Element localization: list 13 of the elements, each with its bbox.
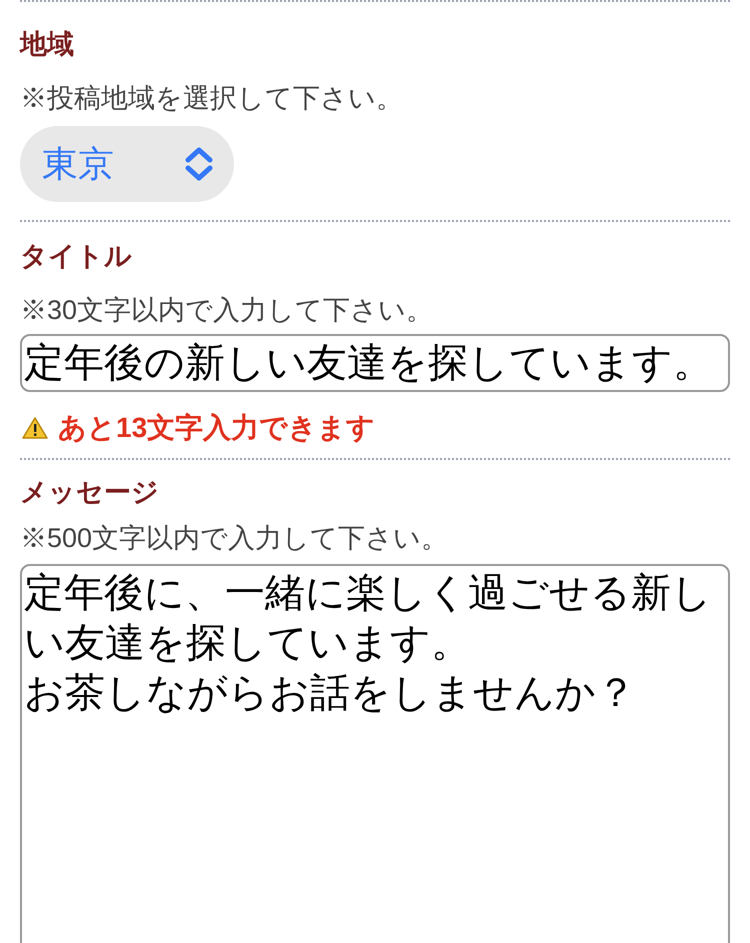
- field-label: タイトル: [20, 240, 133, 273]
- title-input[interactable]: 定年後の新しい友達を探しています。: [20, 334, 730, 392]
- warning-icon: [22, 416, 48, 440]
- hint-text: ※30文字以内で入力して下さい。: [20, 294, 434, 327]
- message-paragraph: お茶しながらお話をしませんか？: [24, 670, 637, 717]
- field-label: メッセージ: [20, 476, 160, 509]
- warning-text: あと13文字入力できます: [58, 411, 376, 445]
- message-textarea[interactable]: 定年後に、一緒に楽しく過ごせる新しい友達を探しています。 お茶しながらお話をしませんか？: [20, 564, 730, 943]
- message-paragraph: 定年後に、一緒に楽しく過ごせる新しい友達を探しています。: [24, 570, 713, 667]
- field-label: 地域: [20, 28, 75, 61]
- chevron-icon: [184, 147, 214, 181]
- hint-text: ※投稿地域を選択して下さい。: [20, 82, 404, 115]
- hint-text: ※500文字以内で入力して下さい。: [20, 522, 450, 555]
